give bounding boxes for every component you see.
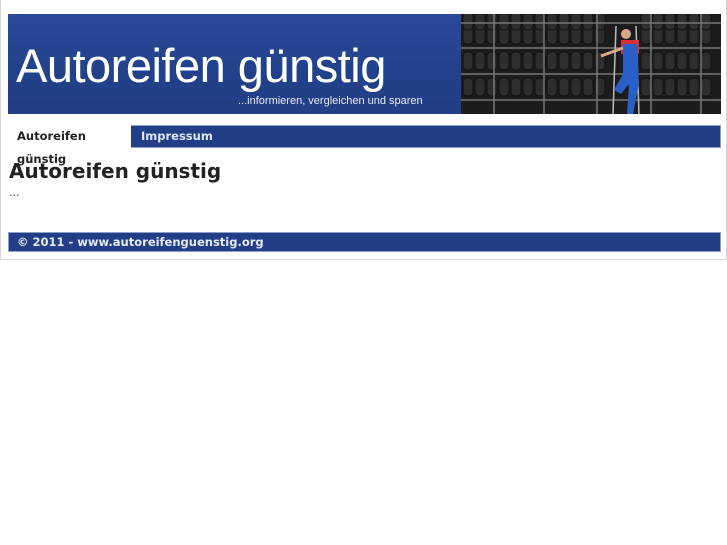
page-container: Autoreifen günstig ...informieren, vergl… (0, 0, 727, 260)
main-nav: Autoreifen günstig Impressum (8, 125, 721, 166)
page-heading: Autoreifen günstig (9, 159, 222, 183)
banner-subtitle: ...informieren, vergleichen und sparen (238, 95, 423, 107)
tire-shop-photo (461, 14, 721, 114)
banner-title: Autoreifen günstig (16, 39, 386, 92)
header-banner: Autoreifen günstig ...informieren, vergl… (8, 14, 721, 114)
page-body-text: ... (9, 186, 20, 199)
nav-tab-impressum[interactable]: Impressum (132, 126, 222, 147)
nav-tab-autoreifen-guenstig[interactable]: Autoreifen günstig (8, 125, 131, 166)
footer: © 2011 - www.autoreifenguenstig.org (8, 232, 721, 252)
